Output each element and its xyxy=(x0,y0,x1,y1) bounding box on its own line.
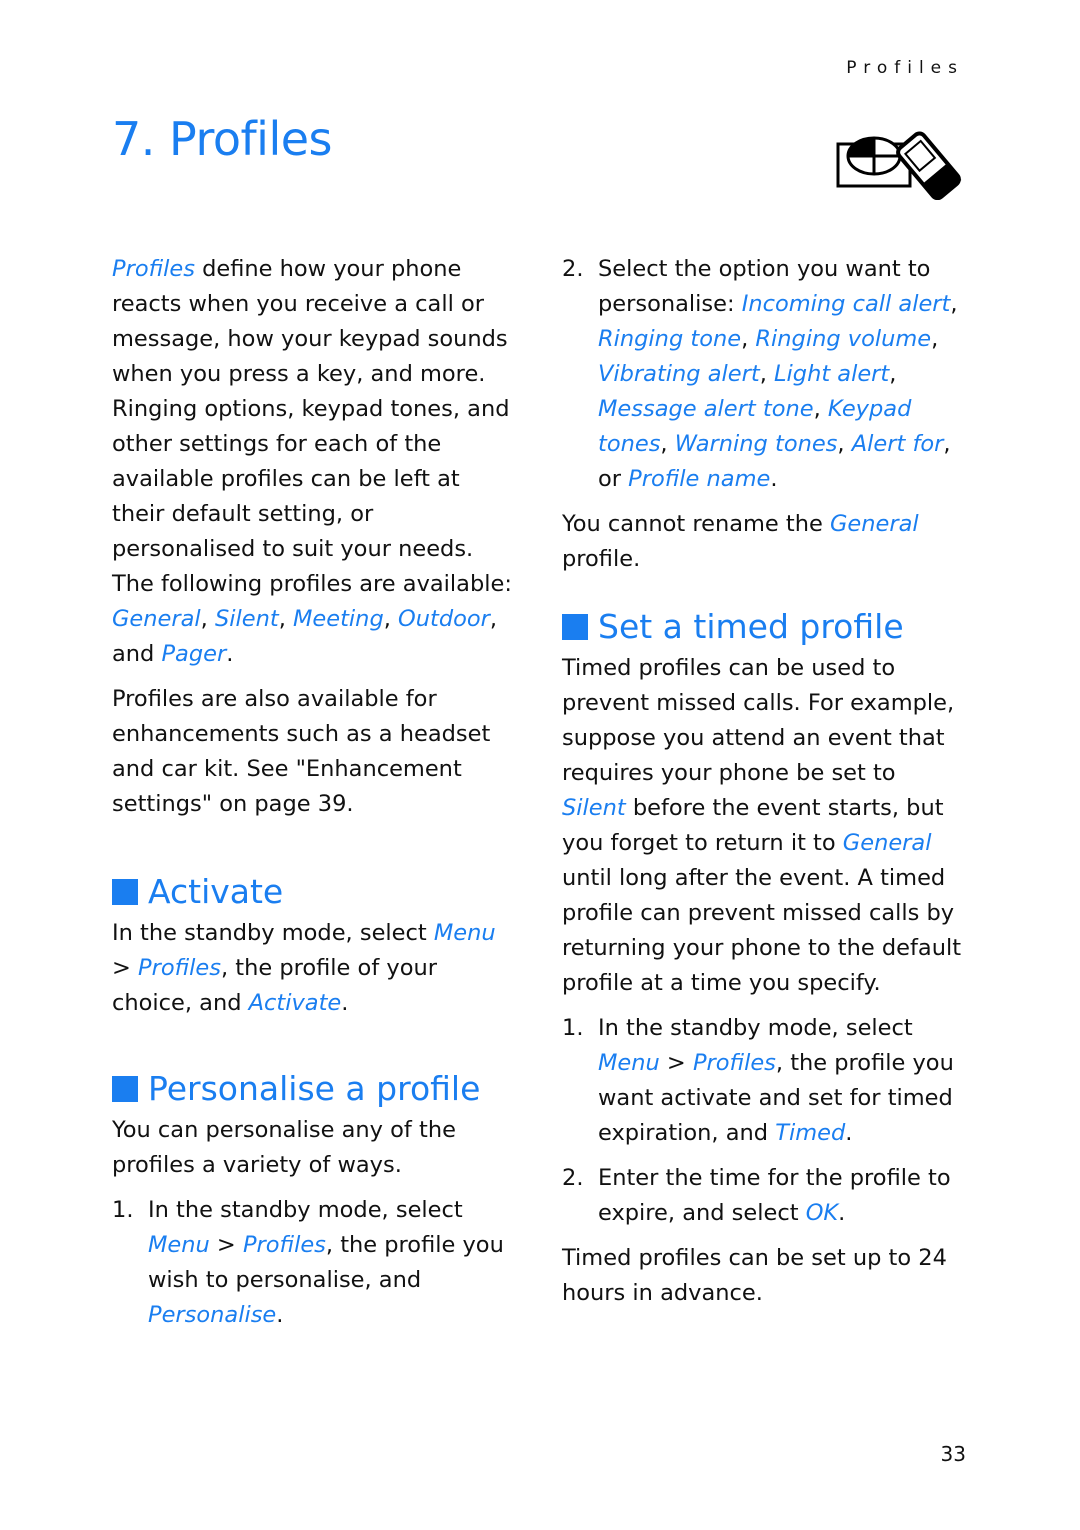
page-number: 33 xyxy=(940,1442,966,1466)
option-light-alert[interactable]: Light alert xyxy=(774,361,889,387)
profiles-link[interactable]: Profiles xyxy=(243,1232,326,1258)
profiles-phone-icon xyxy=(836,131,962,200)
timed-note: Timed profiles can be set up to 24 hours… xyxy=(562,1245,947,1306)
left-column: Profiles define how your phone reacts wh… xyxy=(112,252,512,1343)
option-ringing-tone[interactable]: Ringing tone xyxy=(598,326,741,352)
section-square-icon xyxy=(112,879,138,905)
timed-intro: Timed profiles can be used to prevent mi… xyxy=(562,655,962,996)
general-link[interactable]: General xyxy=(112,606,201,632)
section-square-icon xyxy=(562,614,588,640)
option-message-alert-tone[interactable]: Message alert tone xyxy=(598,396,814,422)
option-ringing-volume[interactable]: Ringing volume xyxy=(755,326,931,352)
personalise-link[interactable]: Personalise xyxy=(148,1302,276,1328)
personalise-steps-continued: 2. Select the option you want to personal… xyxy=(562,252,962,497)
ok-link[interactable]: OK xyxy=(806,1200,838,1226)
outdoor-link[interactable]: Outdoor xyxy=(398,606,490,632)
list-item: 1. In the standby mode, select Menu > Pro… xyxy=(112,1197,504,1328)
chapter-title: 7. Profiles xyxy=(112,112,333,166)
profiles-link[interactable]: Profiles xyxy=(112,256,195,282)
general-link[interactable]: General xyxy=(830,511,919,537)
running-header: Profiles xyxy=(846,58,964,78)
timed-profile-heading: Set a timed profile xyxy=(562,603,962,651)
general-link[interactable]: General xyxy=(843,830,932,856)
right-column: 2. Select the option you want to personal… xyxy=(562,252,962,1321)
personalise-intro: You can personalise any of the profiles … xyxy=(112,1117,456,1178)
option-vibrating-alert[interactable]: Vibrating alert xyxy=(598,361,760,387)
option-profile-name[interactable]: Profile name xyxy=(628,466,770,492)
activate-link[interactable]: Activate xyxy=(249,990,342,1016)
personalise-steps: 1. In the standby mode, select Menu > Pro… xyxy=(112,1193,512,1333)
menu-link[interactable]: Menu xyxy=(148,1232,210,1258)
intro-paragraph: Profiles define how your phone reacts wh… xyxy=(112,256,512,667)
option-incoming-call-alert[interactable]: Incoming call alert xyxy=(742,291,951,317)
timed-link[interactable]: Timed xyxy=(775,1120,845,1146)
enhancements-paragraph: Profiles are also available for enhancem… xyxy=(112,686,491,817)
profiles-link[interactable]: Profiles xyxy=(138,955,221,981)
rename-note: You cannot rename the General profile. xyxy=(562,511,919,572)
option-warning-tones[interactable]: Warning tones xyxy=(675,431,838,457)
pager-link[interactable]: Pager xyxy=(161,641,226,667)
personalise-heading: Personalise a profile xyxy=(112,1065,512,1113)
silent-link[interactable]: Silent xyxy=(215,606,279,632)
activate-paragraph: In the standby mode, select Menu > Profi… xyxy=(112,920,496,1016)
menu-link[interactable]: Menu xyxy=(434,920,496,946)
option-alert-for[interactable]: Alert for xyxy=(852,431,944,457)
profiles-link[interactable]: Profiles xyxy=(693,1050,776,1076)
activate-heading: Activate xyxy=(112,868,512,916)
menu-link[interactable]: Menu xyxy=(598,1050,660,1076)
list-item: 1. In the standby mode, select Menu > Pro… xyxy=(562,1015,954,1146)
list-item: 2. Enter the time for the profile to expi… xyxy=(562,1165,951,1226)
silent-link[interactable]: Silent xyxy=(562,795,626,821)
section-square-icon xyxy=(112,1076,138,1102)
list-item: 2. Select the option you want to personal… xyxy=(562,256,958,492)
meeting-link[interactable]: Meeting xyxy=(293,606,384,632)
timed-steps: 1. In the standby mode, select Menu > Pro… xyxy=(562,1011,962,1231)
